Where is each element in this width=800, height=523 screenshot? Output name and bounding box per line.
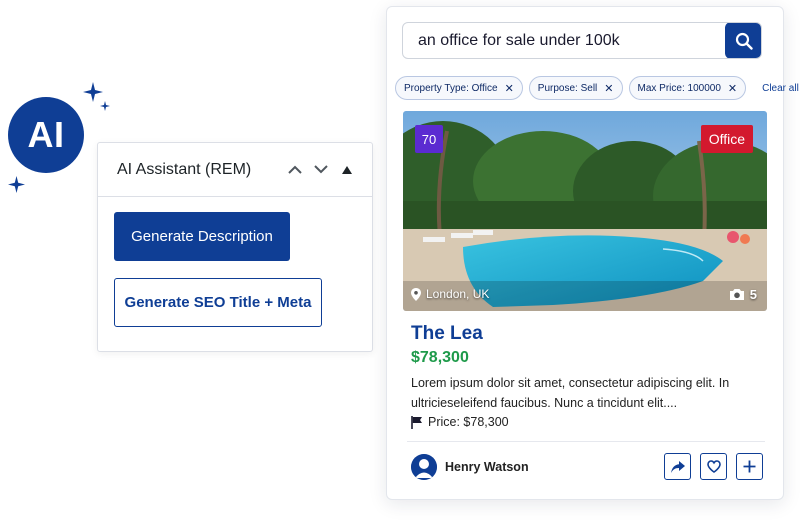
location-label: London, UK — [426, 287, 490, 301]
share-icon — [670, 460, 685, 473]
listing-number-badge: 70 — [415, 125, 443, 153]
plus-icon — [743, 460, 756, 473]
sparkle-icon — [8, 176, 25, 193]
photo-count[interactable]: 5 — [729, 287, 757, 302]
listing-actions — [655, 453, 763, 480]
clear-all-link[interactable]: Clear all — [762, 83, 799, 94]
share-button[interactable] — [664, 453, 691, 480]
ai-panel-header: AI Assistant (REM) — [98, 143, 372, 197]
sparkle-icon — [83, 82, 103, 102]
map-pin-icon — [411, 287, 421, 301]
ai-badge: AI — [8, 97, 84, 173]
flag-icon — [411, 415, 422, 429]
search-bar — [402, 22, 762, 59]
generate-description-button[interactable]: Generate Description — [114, 212, 290, 261]
chip-label: Max Price: 100000 — [637, 82, 721, 94]
close-icon[interactable]: ✕ — [505, 82, 514, 95]
search-button[interactable] — [725, 23, 761, 58]
listing-title[interactable]: The Lea — [411, 323, 483, 345]
chip-label: Property Type: Office — [404, 82, 498, 94]
listing-photo[interactable]: 70 Office London, UK 5 — [403, 111, 767, 311]
meta-price-label: Price: $78,300 — [428, 415, 509, 429]
search-input[interactable] — [403, 23, 726, 58]
generate-seo-button[interactable]: Generate SEO Title + Meta — [114, 278, 322, 327]
listing-price: $78,300 — [411, 349, 469, 366]
divider — [407, 441, 765, 442]
ai-badge-label: AI — [27, 114, 65, 155]
chevron-down-icon[interactable] — [308, 157, 334, 183]
photo-count-label: 5 — [749, 287, 757, 302]
photo-location: London, UK — [411, 287, 489, 301]
agent[interactable]: Henry Watson — [411, 454, 529, 480]
ai-panel-title: AI Assistant (REM) — [117, 160, 252, 178]
close-icon[interactable]: ✕ — [728, 82, 737, 95]
filter-chips: Property Type: Office ✕ Purpose: Sell ✕ … — [395, 76, 799, 100]
filter-chip: Property Type: Office ✕ — [395, 76, 523, 100]
search-icon — [735, 32, 753, 50]
ai-assistant-panel: AI Assistant (REM) Generate Description … — [97, 142, 373, 352]
compare-button[interactable] — [736, 453, 763, 480]
chip-label: Purpose: Sell — [537, 82, 598, 94]
favorite-button[interactable] — [700, 453, 727, 480]
sparkle-icon — [100, 101, 110, 111]
property-type-badge: Office — [700, 125, 753, 153]
filter-chip: Purpose: Sell ✕ — [528, 76, 623, 100]
listing-meta: Price: $78,300 — [411, 415, 509, 429]
avatar — [411, 454, 437, 480]
agent-name: Henry Watson — [445, 460, 529, 474]
camera-icon — [729, 289, 744, 300]
chevron-up-icon[interactable] — [282, 157, 308, 183]
listing-description: Lorem ipsum dolor sit amet, consectetur … — [411, 376, 730, 410]
heart-icon — [706, 460, 721, 473]
close-icon[interactable]: ✕ — [604, 82, 613, 95]
filter-chip: Max Price: 100000 ✕ — [628, 76, 747, 100]
triangle-up-icon[interactable] — [334, 157, 360, 183]
listing-card: Property Type: Office ✕ Purpose: Sell ✕ … — [386, 6, 799, 500]
